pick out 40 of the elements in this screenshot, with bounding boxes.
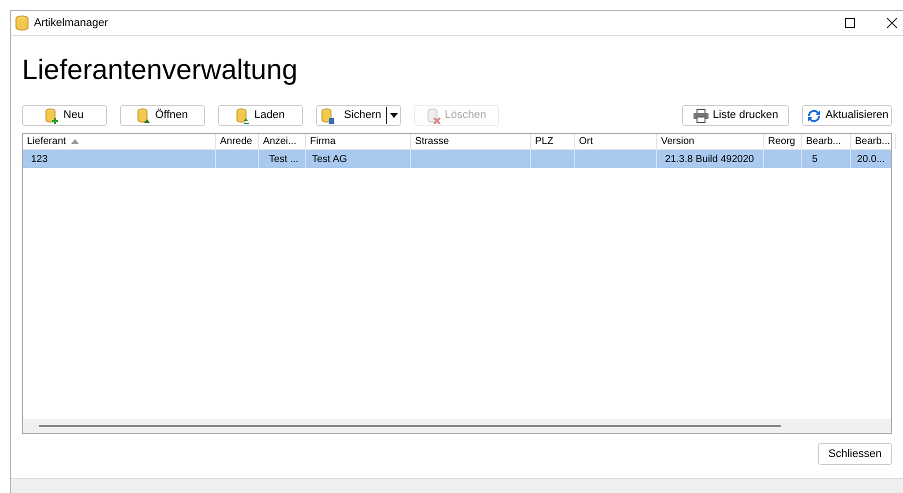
toolbar-button[interactable]: Laden <box>218 105 303 126</box>
dropdown-arrow-icon <box>390 113 398 118</box>
maximize-icon[interactable] <box>845 18 855 28</box>
toolbar-button[interactable]: Liste drucken <box>682 105 789 126</box>
table-cell-text: 5 <box>812 152 818 166</box>
refresh-icon <box>806 108 822 124</box>
column-header[interactable]: Lieferant <box>23 134 216 149</box>
horizontal-scrollbar[interactable] <box>23 419 891 433</box>
database-icon <box>45 108 60 124</box>
column-header[interactable]: Anrede <box>216 134 259 149</box>
column-header[interactable]: Reorg <box>764 134 802 149</box>
database-icon <box>426 108 441 124</box>
app-icon <box>14 15 30 31</box>
dropdown-part[interactable] <box>386 107 400 124</box>
column-header[interactable]: Bearb... <box>802 134 851 149</box>
column-header[interactable]: Firma <box>306 134 411 149</box>
toolbar-button[interactable]: Sichern <box>316 105 401 126</box>
table-cell-text: 20.0... <box>857 152 885 166</box>
database-icon <box>137 108 152 124</box>
table-cell-text: Test ... <box>269 152 298 166</box>
close-button[interactable]: Schliessen <box>818 443 892 465</box>
table-cell-text: 123 <box>31 152 48 166</box>
page-heading: Lieferantenverwaltung <box>22 56 299 84</box>
column-header[interactable]: Version <box>657 134 764 149</box>
column-header[interactable]: Bearb... <box>851 134 896 149</box>
window-title: Artikelmanager <box>34 16 108 31</box>
sort-ascending-icon <box>70 139 79 144</box>
column-header[interactable]: Ort <box>575 134 657 149</box>
printer-icon <box>692 108 709 122</box>
table-cell-text: 21.3.8 Build 492020 <box>665 152 754 166</box>
toolbar-button[interactable]: Öffnen <box>120 105 205 126</box>
database-icon <box>236 108 250 124</box>
toolbar-button[interactable]: Aktualisieren <box>802 105 892 126</box>
close-icon[interactable] <box>887 18 897 28</box>
table-cell-text: Test AG <box>312 152 348 166</box>
column-header[interactable]: PLZ <box>531 134 575 149</box>
toolbar-button[interactable]: Neu <box>22 105 107 126</box>
column-header[interactable]: Strasse <box>411 134 531 149</box>
column-header[interactable]: Anzei... <box>259 134 306 149</box>
database-icon <box>321 108 335 124</box>
